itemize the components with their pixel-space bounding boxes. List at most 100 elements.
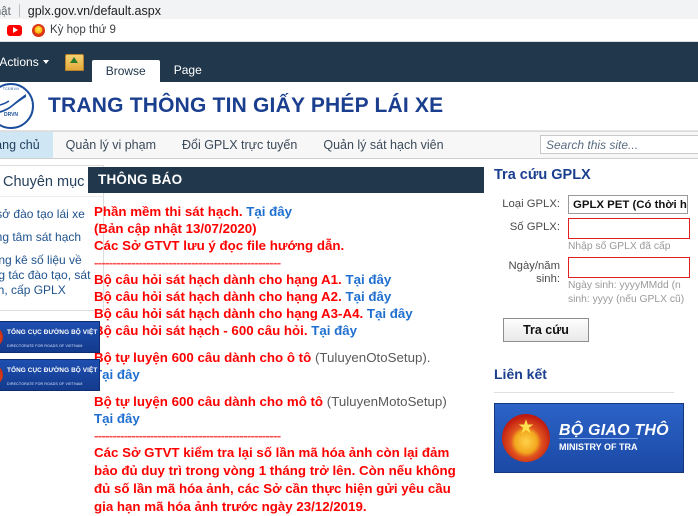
logo-mid-text: DRVN: [3, 112, 19, 118]
lookup-dob-hint-1: Ngày sinh: yyyyMMdd (n: [568, 280, 681, 291]
links-title: Liên kết: [494, 366, 547, 382]
address-bar[interactable]: o mật gplx.gov.vn/default.aspx: [0, 0, 698, 19]
notice-update-line: (Bản cập nhật 13/07/2020): [94, 221, 257, 236]
banner-line-1: TỔNG CỤC ĐƯỜNG BỘ VIỆT NAM: [7, 328, 99, 336]
lookup-dob-input[interactable]: [568, 257, 690, 278]
lookup-title: Tra cứu GPLX: [494, 167, 591, 183]
tab-browse[interactable]: Browse: [91, 60, 160, 82]
vietnam-emblem-icon: [32, 21, 45, 38]
url-text: gplx.gov.vn/default.aspx: [27, 3, 161, 18]
notice-paragraph-line-4: gia hạn mã hóa ảnh trước ngày 23/12/2019…: [94, 499, 367, 514]
vietnam-emblem-icon: [502, 414, 550, 462]
notice-advice-line: Các Sở GTVT lưu ý đọc file hướng dẫn.: [94, 238, 345, 253]
notice-practice-moto: Bộ tự luyện 600 câu dành cho mô tô (Tulu…: [94, 393, 482, 410]
banner-tong-cuc-duong-bo-1[interactable]: TCĐBVN TỔNG CỤC ĐƯỜNG BỘ VIỆT NAM DIRECT…: [0, 321, 100, 353]
banner-line-2: DIRECTORATE FOR ROADS OF VIETNAM: [7, 382, 83, 386]
sidebar-banner-stack: TCĐBVN TỔNG CỤC ĐƯỜNG BỘ VIỆT NAM DIRECT…: [0, 321, 100, 391]
links-box: BỘ GIAO THÔ MINISTRY OF TRA: [494, 392, 684, 473]
vietnam-emblem-icon: [0, 365, 3, 385]
lookup-number-hint: Nhập số GPLX đã cấp: [568, 241, 671, 252]
link-bo-cau-hoi-600[interactable]: Tại đây: [311, 323, 357, 338]
notice-header: THÔNG BÁO: [88, 167, 484, 193]
link-bo-cau-hoi-a2[interactable]: Tại đây: [345, 289, 391, 304]
security-status-label: o mật: [0, 5, 11, 18]
notice-column: THÔNG BÁO Phần mềm thi sát hạch. Tại đây…: [82, 159, 484, 516]
notice-question-bank-a2: Bộ câu hỏi sát hạch dành cho hạng A2. Tạ…: [94, 288, 482, 305]
site-search[interactable]: [540, 135, 698, 154]
lookup-number-row: Số GPLX: Nhập số GPLX đã cấp: [494, 218, 690, 253]
notice-spacer-1: [94, 339, 482, 349]
notice-spacer-2: [94, 383, 482, 393]
notice-separator-2: ----------------------------------------…: [94, 428, 281, 443]
lookup-column: Tra cứu GPLX Loại GPLX: GPLX PET (Có thờ…: [484, 159, 690, 473]
bookmark-youtube[interactable]: [2, 20, 27, 40]
site-header: TCĐBVN DRVN TRANG THÔNG TIN GIẤY PHÉP LÁ…: [0, 82, 698, 131]
bookmark-ky-hop-thu-9[interactable]: Kỳ họp thứ 9: [27, 20, 121, 40]
notice-paragraph-line-1: Các Sở GTVT kiểm tra lại số lần mã hóa ả…: [94, 445, 450, 460]
notice-question-bank-a3a4: Bộ câu hỏi sát hạch dành cho hạng A3-A4.…: [94, 305, 482, 322]
top-navigation: rang chủ Quản lý vi phạm Đổi GPLX trực t…: [0, 131, 698, 159]
banner-line-2: DIRECTORATE FOR ROADS OF VIETNAM: [7, 344, 83, 348]
search-input[interactable]: [541, 136, 698, 153]
question-bank-text: Bộ câu hỏi sát hạch dành cho hạng A3-A4.: [94, 306, 364, 321]
nav-item-quan-ly-vi-pham[interactable]: Quản lý vi phạm: [53, 132, 169, 158]
notice-question-bank-a1: Bộ câu hỏi sát hạch dành cho hạng A1. Tạ…: [94, 271, 482, 288]
link-tuluyen-moto-setup[interactable]: Tại đây: [94, 411, 140, 426]
page-body: Chuyên mục ơ sở đào tạo lái xe rung tâm …: [0, 159, 698, 514]
question-bank-text: Bộ câu hỏi sát hạch dành cho hạng A1.: [94, 272, 342, 287]
sidebar: Chuyên mục ơ sở đào tạo lái xe rung tâm …: [0, 159, 104, 397]
lookup-dob-hint-2: sinh: yyyy (nếu GPLX cũ): [568, 294, 685, 305]
notice-practice-oto: Bộ tự luyện 600 câu dành cho ô tô (Tuluy…: [94, 349, 482, 366]
site-actions-menu[interactable]: e Actions: [0, 55, 55, 69]
notice-separator-1: ----------------------------------------…: [94, 255, 281, 270]
practice-paren: (TuluyenMotoSetup): [326, 394, 447, 409]
browser-chrome: o mật gplx.gov.vn/default.aspx Kỳ họp th…: [0, 0, 698, 42]
notice-practice-moto-link-line: Tại đây: [94, 410, 482, 427]
notice-paragraph-line-3: đủ số lần mã hóa ảnh, các Sở cần thực hi…: [94, 481, 451, 496]
lookup-type-label: Loại GPLX:: [502, 198, 560, 210]
lookup-dob-row: Ngày/năm sinh: Ngày sinh: yyyyMMdd (n si…: [494, 257, 690, 306]
address-bar-divider: [18, 3, 20, 17]
banner-bo-giao-thong-van-tai[interactable]: BỘ GIAO THÔ MINISTRY OF TRA: [494, 403, 684, 473]
notice-question-bank-600: Bộ câu hỏi sát hạch - 600 câu hỏi. Tại đ…: [94, 322, 482, 339]
notice-software-text: Phần mềm thi sát hạch.: [94, 204, 243, 219]
site-logo-icon[interactable]: TCĐBVN DRVN: [0, 83, 34, 129]
vietnam-emblem-icon: [0, 327, 3, 347]
question-bank-text: Bộ câu hỏi sát hạch - 600 câu hỏi.: [94, 323, 308, 338]
nav-item-quan-ly-sat-hach-vien[interactable]: Quản lý sát hạch viên: [310, 132, 456, 158]
chevron-down-icon: [42, 60, 49, 64]
lookup-submit-button[interactable]: Tra cứu: [503, 318, 589, 342]
nav-item-trang-chu[interactable]: rang chủ: [0, 132, 53, 158]
site-actions-label: e Actions: [0, 55, 39, 69]
link-phan-mem-thi-sat-hach[interactable]: Tại đây: [246, 204, 292, 219]
notice-software-line: Phần mềm thi sát hạch. Tại đây: [94, 203, 482, 220]
notice-body: Phần mềm thi sát hạch. Tại đây (Bản cập …: [88, 193, 484, 516]
link-bo-cau-hoi-a1[interactable]: Tại đây: [345, 272, 391, 287]
navigate-up-icon[interactable]: [64, 53, 84, 71]
notice-paragraph-line-2: bảo đủ duy trì trong vòng 1 tháng trở lê…: [94, 463, 456, 478]
lookup-number-input[interactable]: [568, 218, 690, 239]
tab-page[interactable]: Page: [160, 59, 216, 82]
link-tuluyen-oto-setup[interactable]: Tại đây: [94, 367, 140, 382]
mot-banner-line-1: BỘ GIAO THÔ: [559, 421, 669, 439]
nav-item-doi-gplx-truc-tuyen[interactable]: Đổi GPLX trực tuyến: [169, 132, 310, 158]
lookup-number-label: Số GPLX:: [509, 221, 560, 233]
link-bo-cau-hoi-a3-a4[interactable]: Tại đây: [367, 306, 413, 321]
youtube-icon: [7, 24, 22, 36]
notice-practice-oto-link-line: Tại đây: [94, 366, 482, 383]
mot-banner-line-2: MINISTRY OF TRA: [559, 438, 638, 453]
lookup-dob-label: Ngày/năm sinh:: [508, 260, 561, 285]
banner-tong-cuc-duong-bo-2[interactable]: TCĐBVN TỔNG CỤC ĐƯỜNG BỘ VIỆT NAM DIRECT…: [0, 359, 100, 391]
lookup-type-select[interactable]: GPLX PET (Có thời hạn): [568, 195, 688, 214]
practice-paren: (TuluyenOtoSetup).: [314, 350, 431, 365]
banner-line-1: TỔNG CỤC ĐƯỜNG BỘ VIỆT NAM: [7, 366, 99, 374]
practice-text: Bộ tự luyện 600 câu dành cho ô tô: [94, 350, 312, 365]
bookmark-label: Kỳ họp thứ 9: [50, 24, 116, 36]
logo-top-text: TCĐBVN: [2, 87, 20, 91]
bookmarks-bar: Kỳ họp thứ 9: [0, 19, 698, 42]
practice-text: Bộ tự luyện 600 câu dành cho mô tô: [94, 394, 324, 409]
question-bank-text: Bộ câu hỏi sát hạch dành cho hạng A2.: [94, 289, 342, 304]
page-title: TRANG THÔNG TIN GIẤY PHÉP LÁI XE: [48, 94, 444, 117]
lookup-type-row: Loại GPLX: GPLX PET (Có thời hạn): [494, 195, 688, 214]
sharepoint-ribbon: e Actions Browse Page: [0, 42, 698, 82]
